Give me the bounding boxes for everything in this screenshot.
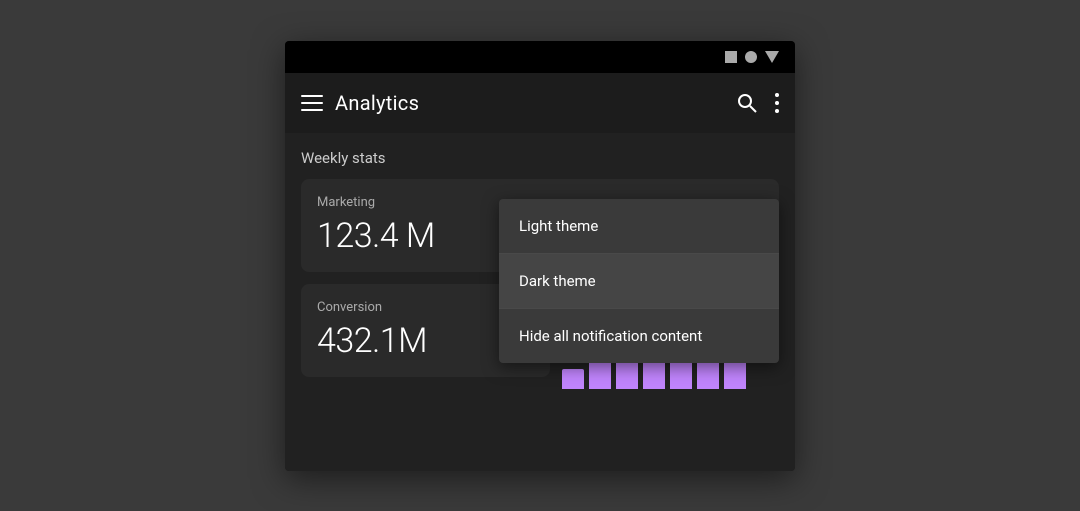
toolbar-actions: [735, 91, 779, 115]
hide-notifications-option[interactable]: Hide all notification content: [499, 309, 779, 363]
search-button[interactable]: [735, 91, 759, 115]
dropdown-menu: Light theme Dark theme Hide all notifica…: [499, 199, 779, 363]
bar-1: [562, 369, 584, 389]
phone-container: Analytics Weekly stats Marketing 123.4 M…: [285, 41, 795, 471]
light-theme-option[interactable]: Light theme: [499, 199, 779, 253]
section-title: Weekly stats: [301, 149, 779, 167]
status-bar: [285, 41, 795, 73]
app-title: Analytics: [335, 91, 723, 115]
main-content: Weekly stats Marketing 123.4 M Conversio…: [285, 133, 795, 471]
bar-2: [589, 361, 611, 389]
status-circle-icon: [745, 51, 757, 63]
more-button[interactable]: [775, 93, 779, 113]
dark-theme-option[interactable]: Dark theme: [499, 254, 779, 308]
status-square-icon: [725, 51, 737, 63]
status-triangle-icon: [765, 51, 779, 63]
menu-button[interactable]: [301, 95, 323, 111]
top-bar: Analytics: [285, 73, 795, 133]
